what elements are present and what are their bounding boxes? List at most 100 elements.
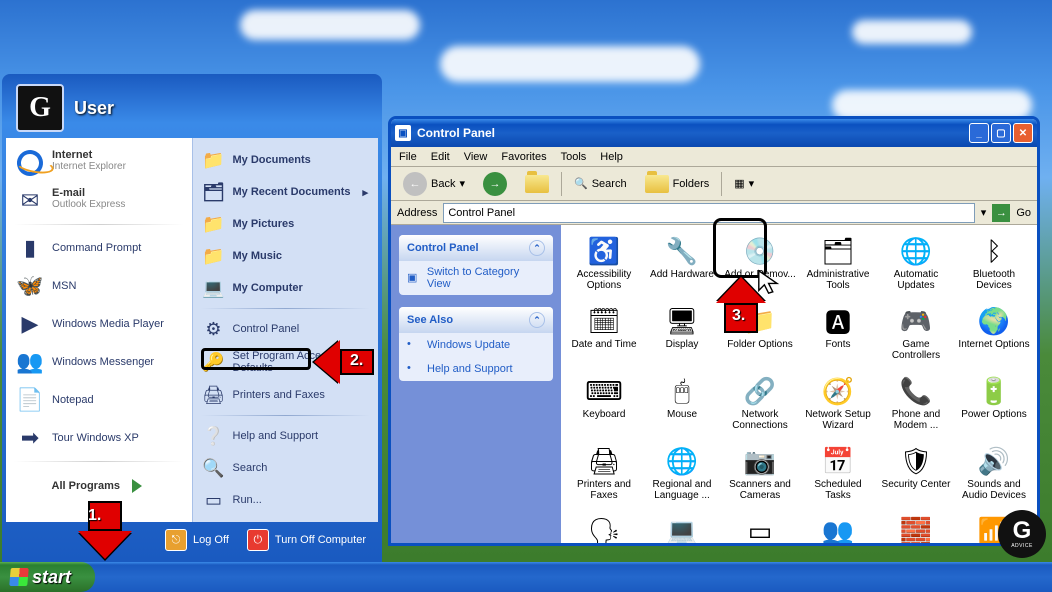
app-msgr[interactable]: 👥Windows Messenger xyxy=(8,343,190,381)
cpl-item[interactable]: 🔊Sounds and Audio Devices xyxy=(955,443,1033,513)
cpl-item[interactable]: 🖥Display xyxy=(643,303,721,373)
search-button[interactable]: 🔍 Search xyxy=(568,174,633,193)
seealso-header[interactable]: See Also ⌃ xyxy=(399,307,553,333)
start-menu-header: G User xyxy=(6,78,378,138)
up-button[interactable] xyxy=(519,172,555,196)
address-input[interactable] xyxy=(443,203,974,223)
cpl-item[interactable]: 🛡Security Center xyxy=(877,443,955,513)
cpl-item[interactable]: 🗓Date and Time xyxy=(565,303,643,373)
cpl-item[interactable]: 👥User Accounts xyxy=(799,513,877,543)
side-panel: Control Panel ⌃ ▣ Switch to Category Vie… xyxy=(391,225,561,543)
cpl-item[interactable]: 🖱Mouse xyxy=(643,373,721,443)
cpl-item[interactable]: 📅Scheduled Tasks xyxy=(799,443,877,513)
cpl-item[interactable]: 🔧Add Hardware xyxy=(643,233,721,303)
cpl-item[interactable]: 🖨Printers and Faxes xyxy=(565,443,643,513)
side-header[interactable]: Control Panel ⌃ xyxy=(399,235,553,261)
forward-button[interactable]: → xyxy=(477,169,513,199)
address-dropdown-icon[interactable]: ▾ xyxy=(981,206,987,219)
maximize-button[interactable]: ▢ xyxy=(991,123,1011,143)
logoff-button[interactable]: ⎋ Log Off xyxy=(165,529,229,551)
back-label: Back xyxy=(431,178,455,190)
cpl-item[interactable]: 🌐Automatic Updates xyxy=(877,233,955,303)
menu-folder[interactable]: 📁My Documents xyxy=(195,144,377,176)
cpl-item[interactable]: ⌨Keyboard xyxy=(565,373,643,443)
menu-folder-recent[interactable]: 🗂My Recent Documents▸ xyxy=(195,176,377,208)
menu-view[interactable]: View xyxy=(464,151,488,163)
cpl-icon: 🛡 xyxy=(900,445,932,477)
cpl-item[interactable]: ᛒBluetooth Devices xyxy=(955,233,1033,303)
menu-folder[interactable]: 📁My Music xyxy=(195,240,377,272)
collapse-icon[interactable]: ⌃ xyxy=(529,312,545,328)
forward-icon: → xyxy=(483,172,507,196)
folders-button[interactable]: Folders xyxy=(639,172,716,196)
seealso-header-label: See Also xyxy=(407,314,453,326)
cpl-item[interactable]: 🅰Fonts xyxy=(799,303,877,373)
cpl-item[interactable]: 📞Phone and Modem ... xyxy=(877,373,955,443)
menu-folder[interactable]: 📁My Pictures xyxy=(195,208,377,240)
cpl-item[interactable]: 🗂Administrative Tools xyxy=(799,233,877,303)
start-button[interactable]: start xyxy=(0,562,95,592)
views-button[interactable]: ▦ ▾ xyxy=(728,174,760,193)
cpl-item[interactable]: 🌍Internet Options xyxy=(955,303,1033,373)
minimize-button[interactable]: _ xyxy=(969,123,989,143)
cpl-icon: 🌐 xyxy=(666,445,698,477)
switch-label: Switch to Category View xyxy=(427,266,545,290)
cpl-item[interactable]: 🎮Game Controllers xyxy=(877,303,955,373)
switch-category-link[interactable]: ▣ Switch to Category View xyxy=(399,261,553,295)
dropdown-icon: ▾ xyxy=(749,177,755,190)
cpl-item[interactable]: 📷Scanners and Cameras xyxy=(721,443,799,513)
menu-file[interactable]: File xyxy=(399,151,417,163)
cpl-item[interactable]: 🌐Regional and Language ... xyxy=(643,443,721,513)
app-cmd[interactable]: ▮Command Prompt xyxy=(8,229,190,267)
menu-favorites[interactable]: Favorites xyxy=(501,151,546,163)
menu-help[interactable]: ❔Help and Support xyxy=(195,420,377,452)
cmd-icon: ▮ xyxy=(16,234,44,262)
cpl-item[interactable]: 🧭Network Setup Wizard xyxy=(799,373,877,443)
help-icon: ❔ xyxy=(203,425,225,447)
app-msn[interactable]: 🦋MSN xyxy=(8,267,190,305)
go-button[interactable]: → xyxy=(992,204,1010,222)
cpl-icon: 📞 xyxy=(900,375,932,407)
user-avatar: G xyxy=(16,84,64,132)
app-wmp[interactable]: ▶Windows Media Player xyxy=(8,305,190,343)
mail-icon: ✉ xyxy=(16,187,44,215)
menu-cpanel[interactable]: ⚙Control Panel xyxy=(195,313,377,345)
cpl-item[interactable]: 🔋Power Options xyxy=(955,373,1033,443)
cpl-item[interactable]: ▭Taskbar and Start Menu xyxy=(721,513,799,543)
cpl-icon: 🖱 xyxy=(666,375,698,407)
cpl-item[interactable]: 💻System xyxy=(643,513,721,543)
cpl-item[interactable]: 📁Folder Options xyxy=(721,303,799,373)
titlebar[interactable]: ▣ Control Panel _ ▢ ✕ xyxy=(391,119,1037,147)
collapse-icon[interactable]: ⌃ xyxy=(529,240,545,256)
pinned-ie[interactable]: InternetInternet Explorer xyxy=(8,144,190,182)
cpl-item[interactable]: 🗣Speech xyxy=(565,513,643,543)
folder-icon: 📁 xyxy=(203,149,225,171)
app-tour[interactable]: ➡Tour Windows XP xyxy=(8,419,190,457)
menu-help[interactable]: Help xyxy=(600,151,623,163)
cpl-item[interactable]: 🔗Network Connections xyxy=(721,373,799,443)
pinned-mail[interactable]: ✉E-mailOutlook Express xyxy=(8,182,190,220)
close-button[interactable]: ✕ xyxy=(1013,123,1033,143)
window-title: Control Panel xyxy=(417,126,495,140)
cpl-item[interactable]: 💿Add or Remov... xyxy=(721,233,799,303)
cpl-icon: 🔧 xyxy=(666,235,698,267)
all-programs[interactable]: All Programs xyxy=(8,466,190,506)
seealso-link[interactable]: •Help and Support xyxy=(399,357,553,381)
arrow-right-icon xyxy=(126,476,146,496)
menu-computer[interactable]: 💻My Computer xyxy=(195,272,377,304)
menu-run[interactable]: ▭Run... xyxy=(195,484,377,516)
cpl-item[interactable]: 🧱Windows Firewall xyxy=(877,513,955,543)
cpl-item[interactable]: ♿Accessibility Options xyxy=(565,233,643,303)
cpl-icon: ▭ xyxy=(744,515,776,543)
menu-tools[interactable]: Tools xyxy=(561,151,587,163)
app-note[interactable]: 📄Notepad xyxy=(8,381,190,419)
menu-edit[interactable]: Edit xyxy=(431,151,450,163)
start-menu-right: 📁My Documents🗂My Recent Documents▸📁My Pi… xyxy=(192,138,379,522)
seealso-link[interactable]: •Windows Update xyxy=(399,333,553,357)
menu-printer[interactable]: 🖨Printers and Faxes xyxy=(195,379,377,411)
back-button[interactable]: ← Back ▾ xyxy=(397,169,471,199)
msn-icon: 🦋 xyxy=(16,272,44,300)
menu-access[interactable]: 🔑Set Program Access and Defaults xyxy=(195,345,377,379)
shutdown-button[interactable]: ⏻ Turn Off Computer xyxy=(247,529,366,551)
menu-search[interactable]: 🔍Search xyxy=(195,452,377,484)
